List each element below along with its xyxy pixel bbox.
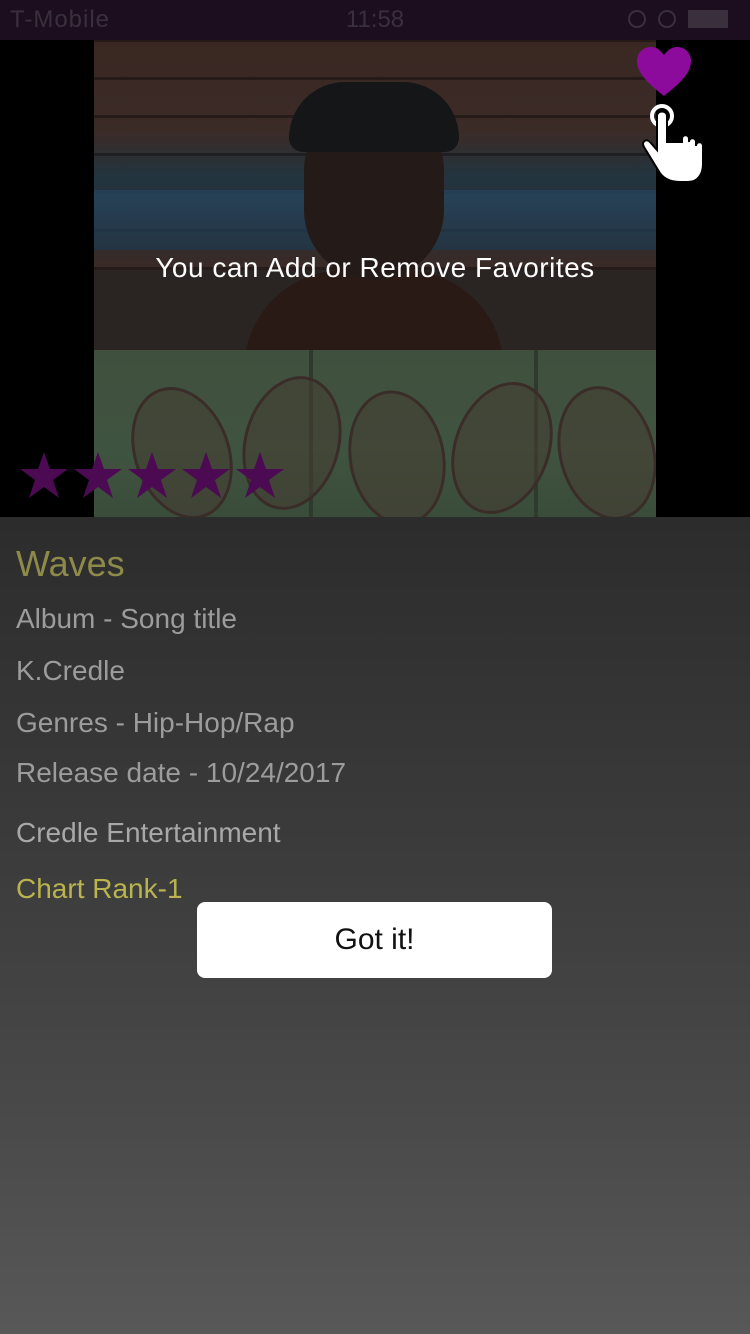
song-details-panel: Waves Album - Song title K.Credle Genres… <box>0 517 750 1334</box>
record-label: Credle Entertainment <box>16 817 281 848</box>
release-date-line: Release date - 10/24/2017 <box>16 757 347 788</box>
got-it-button[interactable]: Got it! <box>197 902 552 978</box>
star-icon[interactable] <box>126 450 178 502</box>
pointing-hand-icon <box>642 104 704 183</box>
battery-icon <box>688 10 728 28</box>
alarm-icon <box>628 10 646 28</box>
star-icon[interactable] <box>18 450 70 502</box>
star-icon[interactable] <box>72 450 124 502</box>
favorites-hint: You can Add or Remove Favorites <box>155 252 595 283</box>
heart-icon[interactable] <box>636 46 692 98</box>
album-line: Album - Song title <box>16 603 237 634</box>
artist-line: K.Credle <box>16 655 125 686</box>
star-icon[interactable] <box>234 450 286 502</box>
location-icon <box>658 10 676 28</box>
chart-rank: Chart Rank-1 <box>16 873 183 904</box>
rating-stars[interactable] <box>18 450 286 502</box>
status-bar: T-Mobile 11:58 <box>0 0 750 40</box>
status-icons <box>628 10 728 28</box>
star-icon[interactable] <box>180 450 232 502</box>
genres-line: Genres - Hip-Hop/Rap <box>16 707 295 738</box>
song-title: Waves <box>16 543 125 584</box>
